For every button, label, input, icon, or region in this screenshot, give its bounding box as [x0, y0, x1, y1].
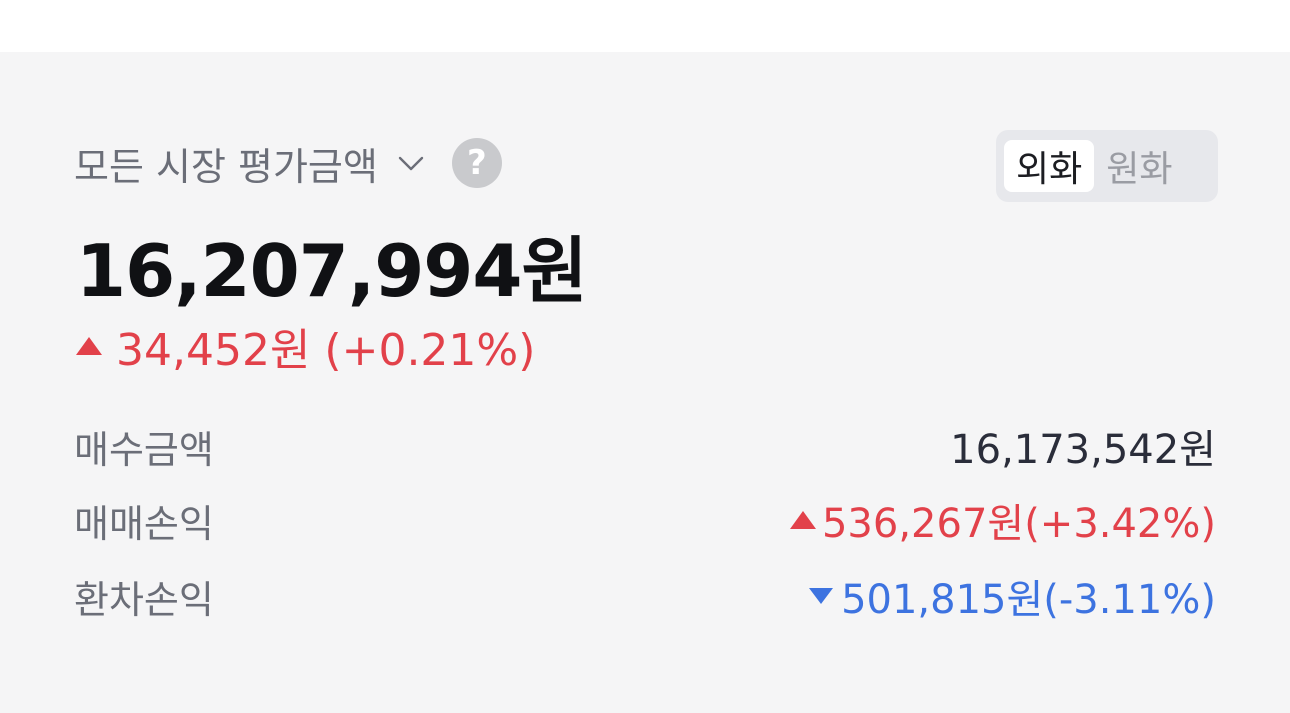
detail-label: 매수금액 — [74, 427, 214, 472]
detail-value-wrap: 536,267원(+3.42%) — [789, 491, 1216, 549]
detail-row-fx-pnl: 환차손익 501,815원(-3.11%) — [74, 568, 1216, 624]
triangle-down-icon — [809, 588, 834, 604]
currency-toggle[interactable]: 외화 원화 — [996, 130, 1218, 202]
detail-value: 501,815원(-3.11%) — [841, 577, 1216, 623]
detail-row-purchase: 매수금액 16,173,542원 — [74, 418, 1216, 474]
total-change: 34,452원 (+0.21%) — [76, 314, 535, 378]
total-change-value: 34,452원 (+0.21%) — [116, 325, 536, 376]
triangle-up-icon — [789, 511, 816, 529]
detail-value-wrap: 501,815원(-3.11%) — [809, 567, 1216, 625]
triangle-up-icon — [76, 337, 102, 355]
chevron-down-icon[interactable] — [396, 148, 426, 178]
detail-row-trading-pnl: 매매손익 536,267원(+3.42%) — [74, 492, 1216, 548]
toggle-foreign-currency[interactable]: 외화 — [1004, 140, 1095, 192]
total-valuation: 16,207,994원 — [76, 229, 588, 313]
top-spacer — [0, 0, 1290, 52]
detail-label: 환차손익 — [74, 577, 214, 622]
market-label: 모든 시장 평가금액 — [74, 144, 378, 189]
help-icon[interactable]: ? — [451, 138, 502, 188]
detail-value: 536,267원(+3.42%) — [821, 501, 1216, 547]
toggle-krw[interactable]: 원화 — [1094, 140, 1184, 192]
detail-value: 16,173,542원 — [950, 427, 1216, 473]
detail-label: 매매손익 — [74, 501, 214, 546]
market-selector[interactable]: 모든 시장 평가금액 ? — [74, 137, 502, 189]
